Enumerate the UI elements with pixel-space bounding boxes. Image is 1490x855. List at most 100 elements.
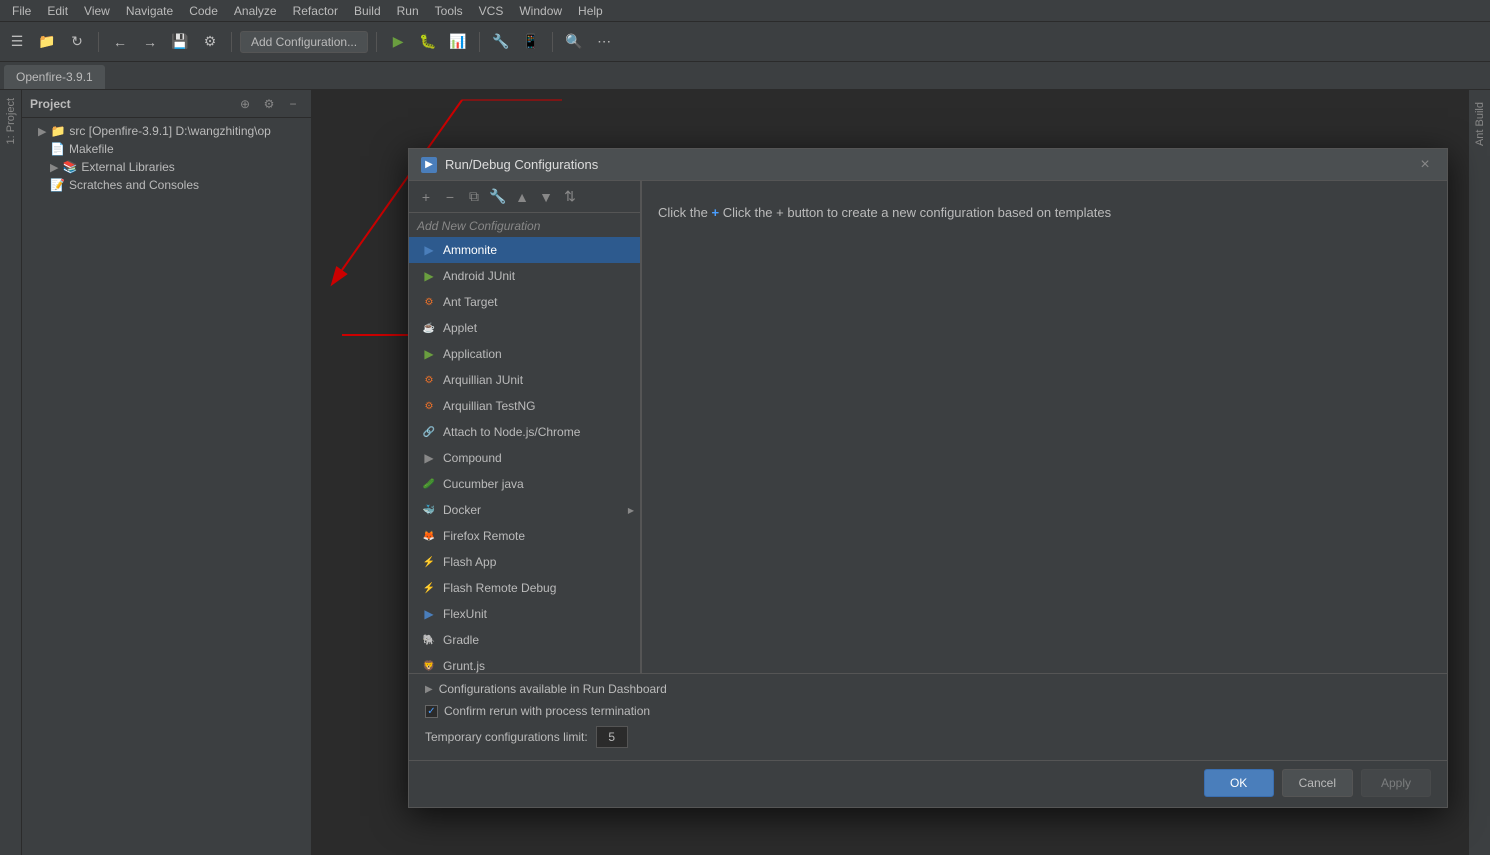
config-item-cucumber[interactable]: 🥒 Cucumber java <box>409 471 640 497</box>
copy-config-btn[interactable]: ⧉ <box>463 186 485 208</box>
menu-window[interactable]: Window <box>511 0 570 22</box>
config-item-flexunit[interactable]: ▶ FlexUnit <box>409 601 640 627</box>
config-item-gradle[interactable]: 🐘 Gradle <box>409 627 640 653</box>
menu-vcs[interactable]: VCS <box>471 0 512 22</box>
wrench-config-btn[interactable]: 🔧 <box>487 186 509 208</box>
dialog-hint-text: Click the + Click the + button to create… <box>658 205 1431 220</box>
debug-btn[interactable]: 🐛 <box>415 29 441 55</box>
menu-analyze[interactable]: Analyze <box>226 0 285 22</box>
confirm-rerun-row: Confirm rerun with process termination <box>425 704 1431 718</box>
left-vtab: 1: Project <box>0 90 22 855</box>
firefox-remote-label: Firefox Remote <box>443 529 525 543</box>
menu-tools[interactable]: Tools <box>427 0 471 22</box>
refresh-btn[interactable]: ↻ <box>64 29 90 55</box>
tree-ext-expand-icon: ▶ <box>50 161 58 174</box>
tree-root-label: src [Openfire-3.9.1] D:\wangzhiting\op <box>69 124 270 138</box>
dialog-close-button[interactable]: × <box>1415 155 1435 175</box>
save-all-btn[interactable]: 💾 <box>167 29 193 55</box>
back-btn[interactable]: ← <box>107 29 133 55</box>
open-folder-btn[interactable]: 📁 <box>34 29 60 55</box>
gruntjs-label: Grunt.js <box>443 659 485 673</box>
run-dashboard-toggle[interactable]: ▶ Configurations available in Run Dashbo… <box>425 682 1431 696</box>
tree-scratches[interactable]: 📝 Scratches and Consoles <box>22 176 311 194</box>
cancel-button[interactable]: Cancel <box>1282 769 1353 797</box>
gradle-icon: 🐘 <box>421 632 437 648</box>
ok-button[interactable]: OK <box>1204 769 1274 797</box>
config-item-attach-nodejs[interactable]: 🔗 Attach to Node.js/Chrome <box>409 419 640 445</box>
config-item-compound[interactable]: ▶ Compound <box>409 445 640 471</box>
tree-root[interactable]: ▶ 📁 src [Openfire-3.9.1] D:\wangzhiting\… <box>22 122 311 140</box>
confirm-rerun-checkbox[interactable] <box>425 705 438 718</box>
config-item-applet[interactable]: ☕ Applet <box>409 315 640 341</box>
toolbar-sep-2 <box>231 32 232 52</box>
application-label: Application <box>443 347 502 361</box>
android-junit-icon: ▶ <box>421 268 437 284</box>
menu-run[interactable]: Run <box>389 0 427 22</box>
config-item-arquillian-junit[interactable]: ⚙ Arquillian JUnit <box>409 367 640 393</box>
dialog-title-bar: ▶ Run/Debug Configurations × <box>409 149 1447 181</box>
menu-code[interactable]: Code <box>181 0 226 22</box>
cucumber-label: Cucumber java <box>443 477 524 491</box>
menu-build[interactable]: Build <box>346 0 389 22</box>
tree-makefile[interactable]: 📄 Makefile <box>22 140 311 158</box>
more-btn[interactable]: ⋯ <box>591 29 617 55</box>
dialog-body: + − ⧉ 🔧 ▲ ▼ ⇅ Add New Configuration ▶ Am… <box>409 181 1447 673</box>
dialog-title-icon: ▶ <box>421 157 437 173</box>
toolbar-sep-1 <box>98 32 99 52</box>
apply-button[interactable]: Apply <box>1361 769 1431 797</box>
add-config-label: Add Configuration... <box>251 35 357 49</box>
attach-nodejs-icon: 🔗 <box>421 424 437 440</box>
config-item-flash-remote-debug[interactable]: ⚡ Flash Remote Debug <box>409 575 640 601</box>
android-junit-label: Android JUnit <box>443 269 515 283</box>
menu-edit[interactable]: Edit <box>39 0 76 22</box>
menu-navigate[interactable]: Navigate <box>118 0 181 22</box>
arquillian-testng-icon: ⚙ <box>421 398 437 414</box>
menu-refactor[interactable]: Refactor <box>285 0 346 22</box>
config-item-application[interactable]: ▶ Application <box>409 341 640 367</box>
tree-external-libs[interactable]: ▶ 📚 External Libraries <box>22 158 311 176</box>
remove-config-btn[interactable]: − <box>439 186 461 208</box>
add-configuration-button[interactable]: Add Configuration... <box>240 31 368 53</box>
temp-config-input[interactable] <box>596 726 628 748</box>
run-dashboard-label: Configurations available in Run Dashboar… <box>439 682 667 696</box>
toolbar-sep-3 <box>376 32 377 52</box>
dialog-left-panel: + − ⧉ 🔧 ▲ ▼ ⇅ Add New Configuration ▶ Am… <box>409 181 641 673</box>
sidebar-settings-btn[interactable]: ⚙ <box>259 94 279 114</box>
sidebar-add-btn[interactable]: ⊕ <box>235 94 255 114</box>
ant-build-panel: Ant Build <box>1468 90 1490 855</box>
sidebar-icons: ⊕ ⚙ − <box>235 94 303 114</box>
add-config-list-btn[interactable]: + <box>415 186 437 208</box>
sidebar: Project ⊕ ⚙ − ▶ 📁 src [Openfire-3.9.1] D… <box>22 90 312 855</box>
config-item-gruntjs[interactable]: 🦁 Grunt.js <box>409 653 640 673</box>
config-item-android-junit[interactable]: ▶ Android JUnit <box>409 263 640 289</box>
settings-btn[interactable]: ⚙ <box>197 29 223 55</box>
menu-icon-btn[interactable]: ☰ <box>4 29 30 55</box>
project-vtab[interactable]: 1: Project <box>5 90 17 152</box>
menu-file[interactable]: File <box>4 0 39 22</box>
config-item-firefox-remote[interactable]: 🦊 Firefox Remote <box>409 523 640 549</box>
sidebar-header: Project ⊕ ⚙ − <box>22 90 311 118</box>
forward-btn[interactable]: → <box>137 29 163 55</box>
device-btn[interactable]: 📱 <box>518 29 544 55</box>
move-up-btn[interactable]: ▲ <box>511 186 533 208</box>
toolbar: ☰ 📁 ↻ ← → 💾 ⚙ Add Configuration... ▶ 🐛 📊… <box>0 22 1490 62</box>
run-with-coverage-btn[interactable]: 📊 <box>445 29 471 55</box>
ant-build-label[interactable]: Ant Build <box>1474 94 1486 154</box>
menu-help[interactable]: Help <box>570 0 611 22</box>
config-item-docker[interactable]: 🐳 Docker <box>409 497 640 523</box>
sort-btn[interactable]: ⇅ <box>559 186 581 208</box>
run-btn[interactable]: ▶ <box>385 29 411 55</box>
sidebar-minimize-btn[interactable]: − <box>283 94 303 114</box>
run-debug-dialog: ▶ Run/Debug Configurations × + − ⧉ 🔧 ▲ ▼… <box>408 148 1448 808</box>
wrench-btn[interactable]: 🔧 <box>488 29 514 55</box>
config-item-arquillian-testng[interactable]: ⚙ Arquillian TestNG <box>409 393 640 419</box>
search-btn[interactable]: 🔍 <box>561 29 587 55</box>
config-item-ammonite[interactable]: ▶ Ammonite <box>409 237 640 263</box>
move-down-btn[interactable]: ▼ <box>535 186 557 208</box>
flash-app-icon: ⚡ <box>421 554 437 570</box>
menu-view[interactable]: View <box>76 0 118 22</box>
config-item-ant-target[interactable]: ⚙ Ant Target <box>409 289 640 315</box>
tab-openfire[interactable]: Openfire-3.9.1 <box>4 65 105 89</box>
config-item-flash-app[interactable]: ⚡ Flash App <box>409 549 640 575</box>
project-tree: ▶ 📁 src [Openfire-3.9.1] D:\wangzhiting\… <box>22 118 311 855</box>
